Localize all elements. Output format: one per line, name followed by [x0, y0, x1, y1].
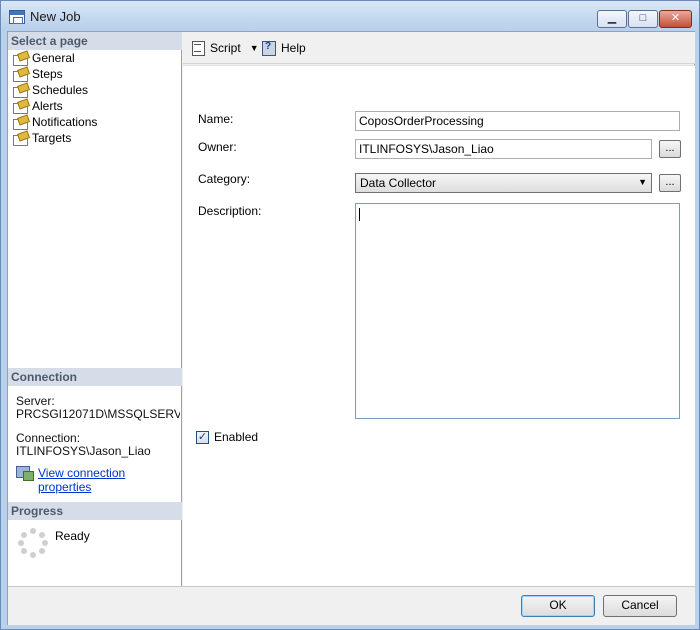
connection-header: Connection	[8, 368, 182, 386]
toolbar: Script ▼ Help	[183, 32, 695, 64]
server-value: PRCSGI12071D\MSSQLSERVEF	[16, 407, 180, 421]
page-item-label: Steps	[32, 67, 63, 81]
page-item-label: General	[32, 51, 75, 65]
server-label: Server:	[16, 394, 55, 408]
page-item-steps[interactable]: Steps	[12, 66, 178, 82]
category-browse-button[interactable]: ...	[659, 174, 681, 192]
page-icon	[12, 132, 28, 146]
enabled-checkbox[interactable]: ✓	[196, 431, 209, 444]
page-item-label: Alerts	[32, 99, 63, 113]
window-title: New Job	[30, 9, 81, 24]
script-button[interactable]: Script ▼	[190, 40, 259, 56]
page-item-label: Notifications	[32, 115, 98, 129]
help-button[interactable]: Help	[261, 40, 306, 56]
owner-input[interactable]: ITLINFOSYS\Jason_Liao	[355, 139, 652, 159]
page-icon	[12, 100, 28, 114]
connection-label: Connection:	[16, 431, 81, 445]
category-label: Category:	[198, 172, 251, 186]
maximize-button[interactable]: □	[628, 10, 658, 28]
page-list: General Steps Schedules Alerts Notificat…	[12, 50, 178, 146]
progress-status: Ready	[55, 529, 90, 543]
page-item-label: Schedules	[32, 83, 89, 97]
page-item-alerts[interactable]: Alerts	[12, 98, 178, 114]
help-label: Help	[281, 41, 306, 55]
dialog-button-bar: OK Cancel	[8, 586, 695, 625]
left-pane: Select a page General Steps Schedules Al…	[8, 32, 182, 586]
view-connection-properties-link[interactable]: View connection properties	[38, 466, 181, 494]
name-input[interactable]: CoposOrderProcessing	[355, 111, 680, 131]
owner-browse-button[interactable]: ...	[659, 140, 681, 158]
category-value: Data Collector	[360, 176, 437, 190]
connection-properties-icon	[16, 466, 34, 481]
page-item-targets[interactable]: Targets	[12, 130, 178, 146]
title-bar[interactable]: New Job ▁ □ ✕	[1, 1, 699, 33]
dialog-client-area: Select a page General Steps Schedules Al…	[7, 31, 695, 625]
minimize-button[interactable]: ▁	[597, 10, 627, 28]
page-item-schedules[interactable]: Schedules	[12, 82, 178, 98]
page-icon	[12, 68, 28, 82]
cancel-button[interactable]: Cancel	[603, 595, 677, 617]
enabled-label[interactable]: Enabled	[214, 430, 258, 444]
description-input[interactable]	[355, 203, 680, 419]
text-caret	[359, 208, 360, 221]
page-icon	[12, 116, 28, 130]
script-dropdown-arrow-icon[interactable]: ▼	[250, 43, 259, 53]
progress-spinner-icon	[18, 528, 48, 558]
window-icon	[9, 10, 25, 24]
script-icon	[190, 41, 206, 56]
description-label: Description:	[198, 204, 262, 218]
page-icon	[12, 84, 28, 98]
select-page-header: Select a page	[8, 32, 182, 50]
page-item-notifications[interactable]: Notifications	[12, 114, 178, 130]
help-icon	[261, 41, 277, 56]
general-page-form: Name: CoposOrderProcessing Owner: ITLINF…	[183, 65, 695, 586]
page-icon	[12, 52, 28, 66]
page-item-label: Targets	[32, 131, 72, 145]
script-label: Script	[210, 41, 241, 55]
close-button[interactable]: ✕	[659, 10, 692, 28]
ok-button[interactable]: OK	[521, 595, 595, 617]
chevron-down-icon: ▼	[638, 177, 647, 187]
name-label: Name:	[198, 112, 234, 126]
owner-label: Owner:	[198, 140, 237, 154]
category-select[interactable]: Data Collector ▼	[355, 173, 652, 193]
progress-header: Progress	[8, 502, 182, 520]
new-job-window: New Job ▁ □ ✕ Select a page General Step…	[0, 0, 700, 630]
page-item-general[interactable]: General	[12, 50, 178, 66]
connection-value: ITLINFOSYS\Jason_Liao	[16, 444, 151, 458]
